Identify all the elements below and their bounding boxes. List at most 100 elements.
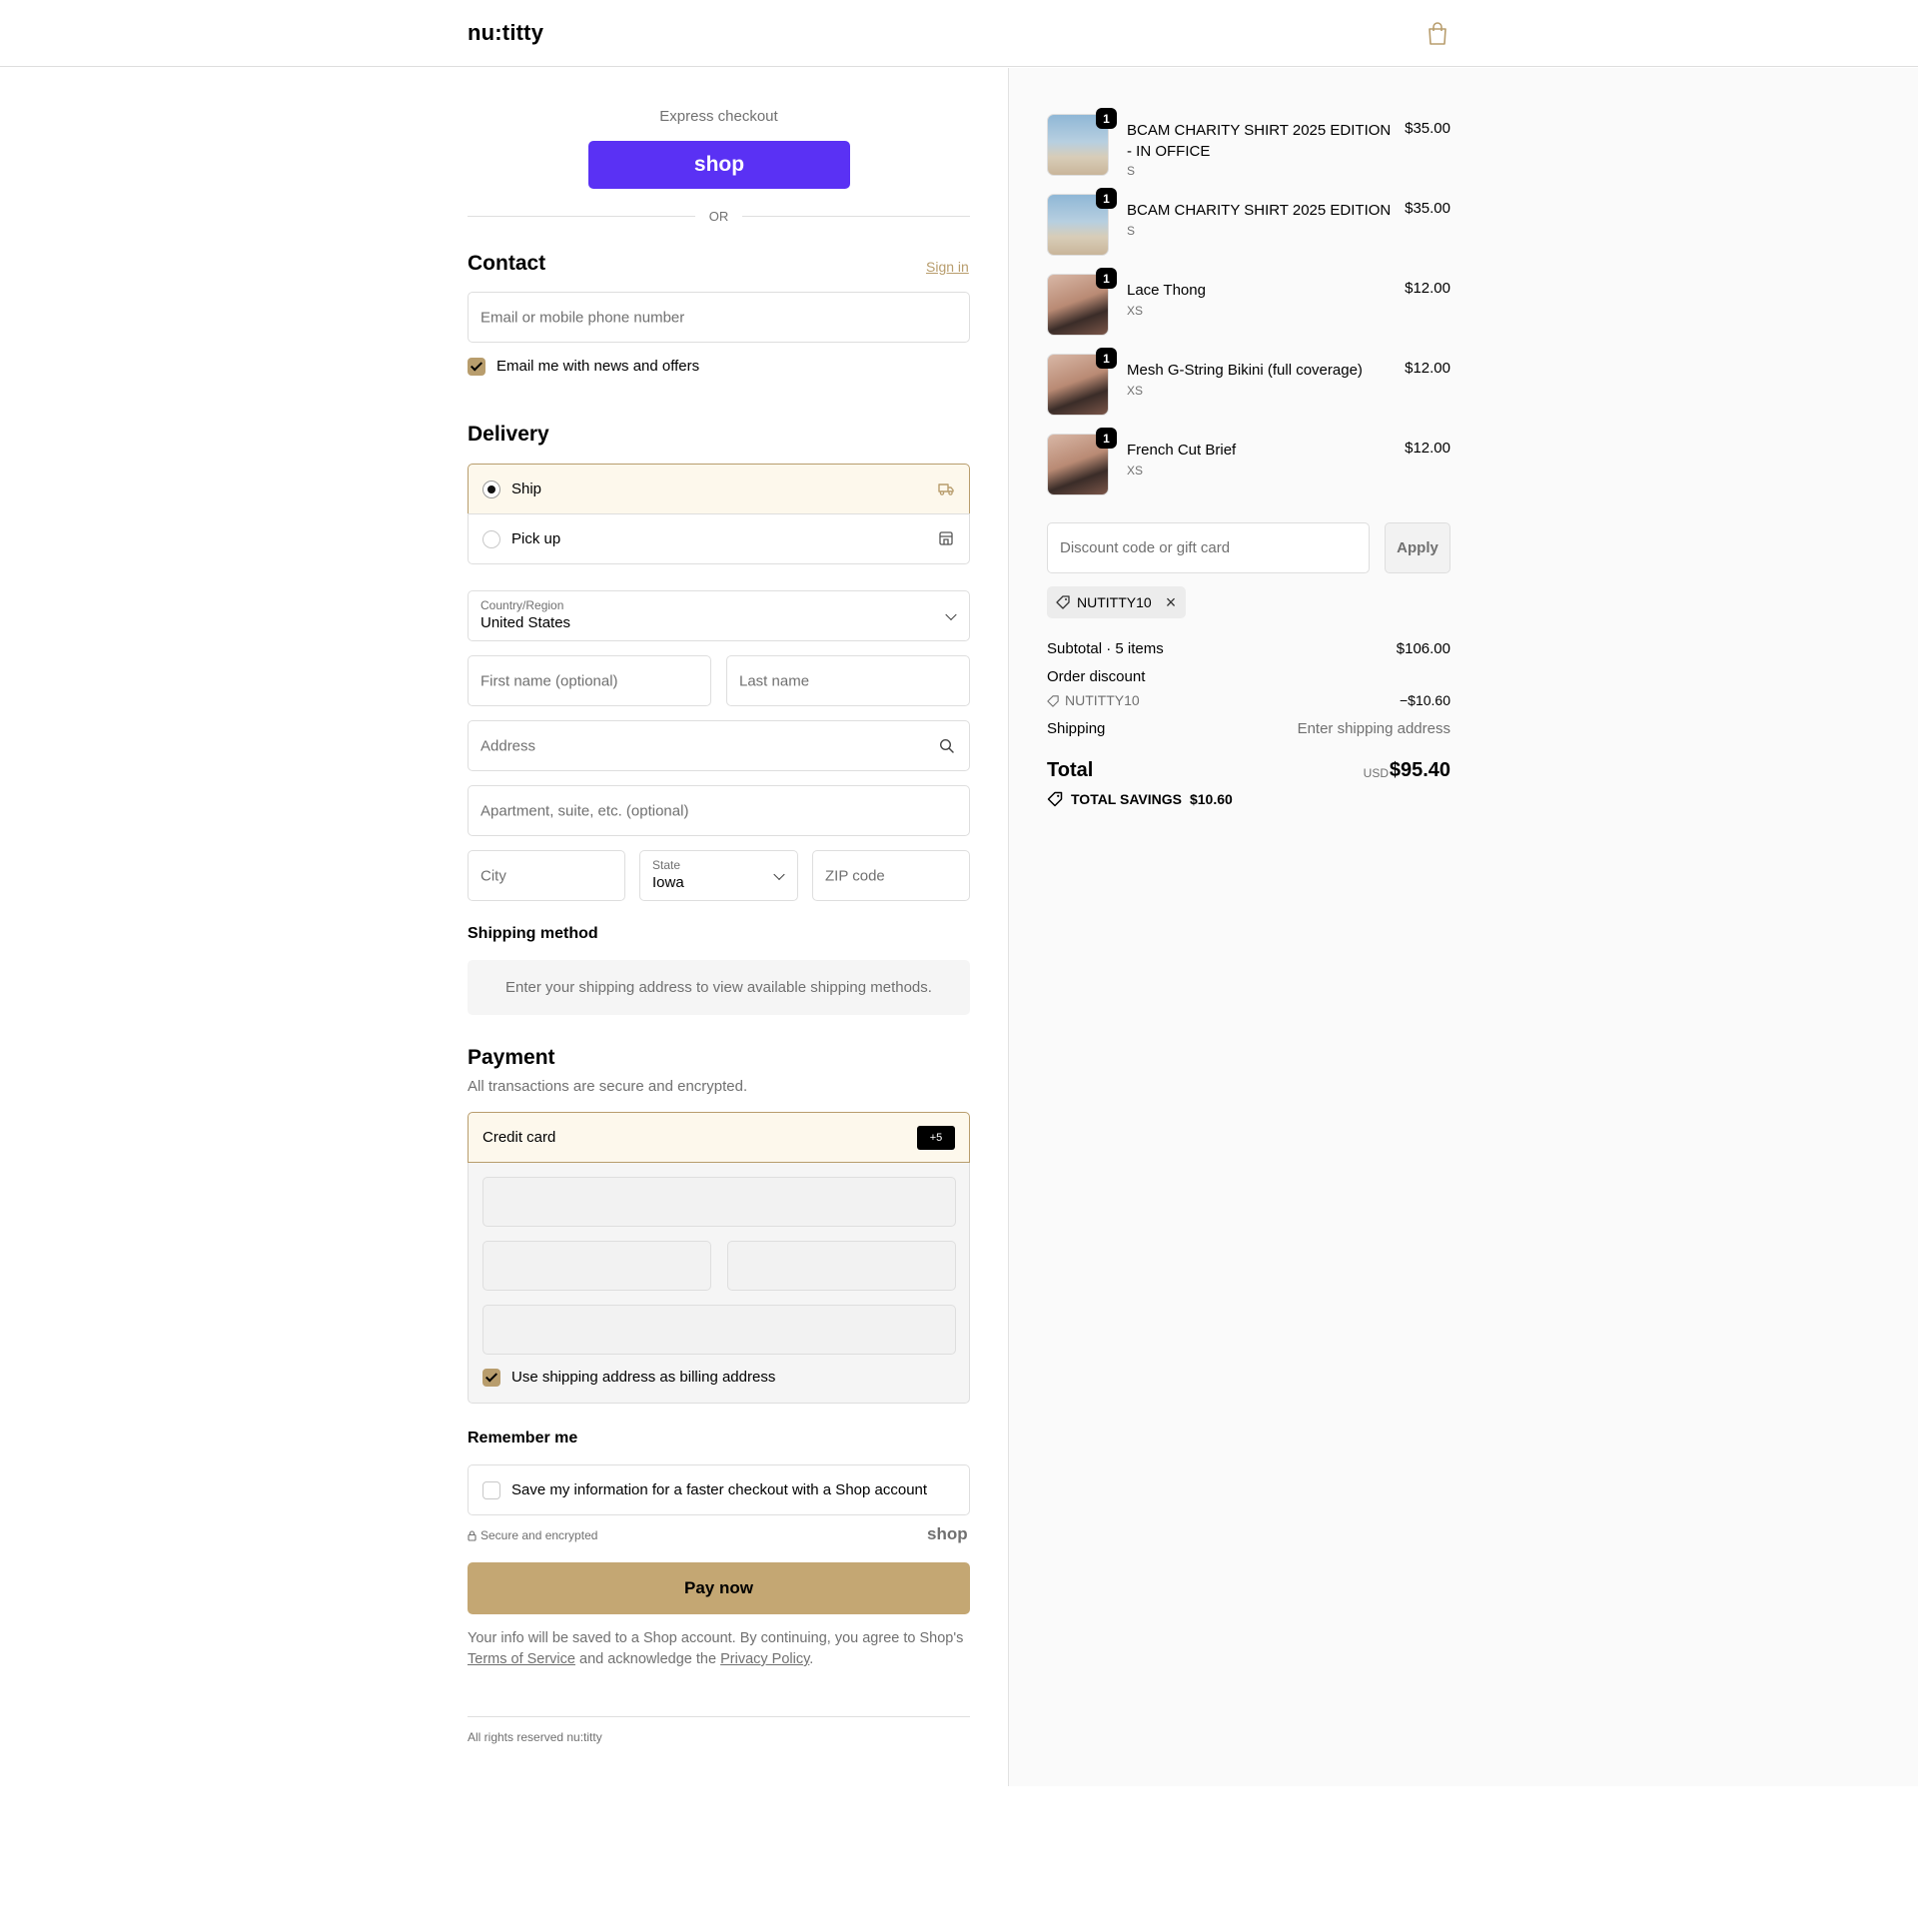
- apartment-field[interactable]: Apartment, suite, etc. (optional): [468, 785, 970, 836]
- or-label: OR: [708, 208, 729, 224]
- quantity-badge: 1: [1096, 348, 1117, 369]
- shipping-method-note: Enter your shipping address to view avai…: [468, 960, 970, 1015]
- ship-radio[interactable]: [482, 481, 500, 498]
- quantity-badge: 1: [1096, 428, 1117, 449]
- chevron-down-icon: [945, 608, 957, 620]
- sign-in-link[interactable]: Sign in: [926, 259, 969, 275]
- state-label: State: [652, 858, 681, 872]
- legal-middle: and acknowledge the: [574, 1651, 721, 1667]
- total-label: Total: [1047, 759, 1094, 781]
- item-name: French Cut Brief: [1127, 442, 1237, 459]
- total-value: $95.40: [1389, 759, 1450, 781]
- country-value: United States: [480, 614, 571, 631]
- newsletter-checkbox[interactable]: [468, 358, 485, 376]
- credit-card-form: Use shipping address as billing address: [468, 1163, 970, 1404]
- item-variant: S: [1127, 164, 1136, 178]
- card-security-code-field[interactable]: [727, 1241, 956, 1291]
- subtotal-label: Subtotal · 5 items: [1047, 640, 1164, 657]
- card-number-field[interactable]: [482, 1177, 956, 1227]
- contact-heading: Contact: [468, 252, 546, 275]
- store-icon: [939, 531, 953, 545]
- last-name-field[interactable]: Last name: [726, 655, 970, 706]
- first-name-placeholder: First name (optional): [480, 672, 618, 689]
- credit-card-label: Credit card: [482, 1129, 556, 1146]
- order-item: 1 BCAM CHARITY SHIRT 2025 EDITION S $35.…: [1047, 188, 1450, 264]
- card-expiry-field[interactable]: [482, 1241, 711, 1291]
- billing-same-checkbox[interactable]: [482, 1369, 500, 1387]
- order-item: 1 French Cut Brief XS $12.00: [1047, 428, 1450, 503]
- save-info-label: Save my information for a faster checkou…: [511, 1481, 928, 1498]
- legal-suffix: .: [809, 1651, 814, 1667]
- legal-text: Your info will be saved to a Shop accoun…: [468, 1628, 977, 1670]
- savings-value: $10.60: [1189, 791, 1233, 807]
- brand-logo[interactable]: nu:titty: [468, 20, 543, 46]
- discount-code-field[interactable]: Discount code or gift card: [1047, 522, 1370, 573]
- shipping-method-heading: Shipping method: [468, 925, 598, 942]
- order-item: 1 BCAM CHARITY SHIRT 2025 EDITION - IN O…: [1047, 108, 1450, 184]
- legal-prefix: Your info will be saved to a Shop accoun…: [468, 1630, 964, 1646]
- item-name: Mesh G-String Bikini (full coverage): [1127, 362, 1363, 379]
- shop-logo: shop: [927, 1524, 968, 1543]
- discount-code-row: NUTITTY10 −$10.60: [1047, 692, 1450, 708]
- city-field[interactable]: City: [468, 850, 625, 901]
- remember-me-box[interactable]: Save my information for a faster checkou…: [468, 1464, 970, 1515]
- pickup-radio[interactable]: [482, 530, 500, 548]
- pickup-label: Pick up: [511, 530, 561, 547]
- more-cards-badge: +5: [917, 1126, 955, 1150]
- discount-placeholder: Discount code or gift card: [1060, 539, 1231, 556]
- privacy-policy-link[interactable]: Privacy Policy: [720, 1651, 809, 1667]
- subtotal-value: $106.00: [1396, 640, 1450, 657]
- remove-discount-icon[interactable]: ×: [1166, 593, 1177, 611]
- newsletter-label: Email me with news and offers: [496, 358, 700, 375]
- savings-label: TOTAL SAVINGS: [1071, 791, 1182, 807]
- order-discount-row: Order discount: [1047, 668, 1450, 685]
- applied-code: NUTITTY10: [1077, 594, 1152, 610]
- item-name: BCAM CHARITY SHIRT 2025 EDITION: [1127, 202, 1392, 219]
- discount-code-label: NUTITTY10: [1065, 692, 1140, 708]
- or-divider: OR: [468, 206, 970, 226]
- card-name-field[interactable]: [482, 1305, 956, 1355]
- subtotal-row: Subtotal · 5 items $106.00: [1047, 640, 1450, 657]
- item-price: $35.00: [1405, 200, 1450, 217]
- delivery-option-pickup[interactable]: Pick up: [468, 513, 970, 564]
- item-name: Lace Thong: [1127, 282, 1206, 299]
- country-select[interactable]: Country/Region United States: [468, 590, 970, 641]
- delivery-option-ship[interactable]: Ship: [468, 464, 970, 514]
- apartment-placeholder: Apartment, suite, etc. (optional): [480, 802, 689, 819]
- quantity-badge: 1: [1096, 108, 1117, 129]
- pay-now-button[interactable]: Pay now: [468, 1562, 970, 1614]
- order-discount-label: Order discount: [1047, 668, 1146, 685]
- country-label: Country/Region: [480, 598, 564, 612]
- item-price: $35.00: [1405, 120, 1450, 137]
- billing-same-label: Use shipping address as billing address: [511, 1369, 776, 1386]
- state-select[interactable]: State Iowa: [639, 850, 798, 901]
- shopping-bag-icon[interactable]: [1427, 22, 1448, 46]
- secure-encrypted-note: Secure and encrypted: [468, 1528, 597, 1542]
- tag-icon: [1047, 695, 1059, 707]
- order-item: 1 Mesh G-String Bikini (full coverage) X…: [1047, 348, 1450, 424]
- address-field[interactable]: Address: [468, 720, 970, 771]
- search-icon[interactable]: [939, 738, 955, 754]
- terms-of-service-link[interactable]: Terms of Service: [468, 1651, 575, 1667]
- zip-field[interactable]: ZIP code: [812, 850, 970, 901]
- tag-icon: [1047, 791, 1063, 807]
- remember-me-heading: Remember me: [468, 1430, 578, 1447]
- quantity-badge: 1: [1096, 268, 1117, 289]
- item-variant: S: [1127, 224, 1136, 238]
- item-price: $12.00: [1405, 440, 1450, 457]
- shop-pay-button[interactable]: shop: [588, 141, 850, 189]
- ship-label: Ship: [511, 481, 542, 497]
- shipping-row: Shipping Enter shipping address: [1047, 720, 1450, 737]
- first-name-field[interactable]: First name (optional): [468, 655, 711, 706]
- delivery-heading: Delivery: [468, 423, 549, 446]
- item-price: $12.00: [1405, 360, 1450, 377]
- save-info-checkbox[interactable]: [482, 1481, 500, 1499]
- tag-icon: [1056, 595, 1070, 609]
- apply-discount-button[interactable]: Apply: [1385, 522, 1450, 573]
- credit-card-option[interactable]: Credit card +5: [468, 1112, 970, 1163]
- item-price: $12.00: [1405, 280, 1450, 297]
- email-field[interactable]: Email or mobile phone number: [468, 292, 970, 343]
- order-item: 1 Lace Thong XS $12.00: [1047, 268, 1450, 344]
- shipping-label: Shipping: [1047, 720, 1106, 737]
- express-checkout-title: Express checkout: [659, 108, 778, 125]
